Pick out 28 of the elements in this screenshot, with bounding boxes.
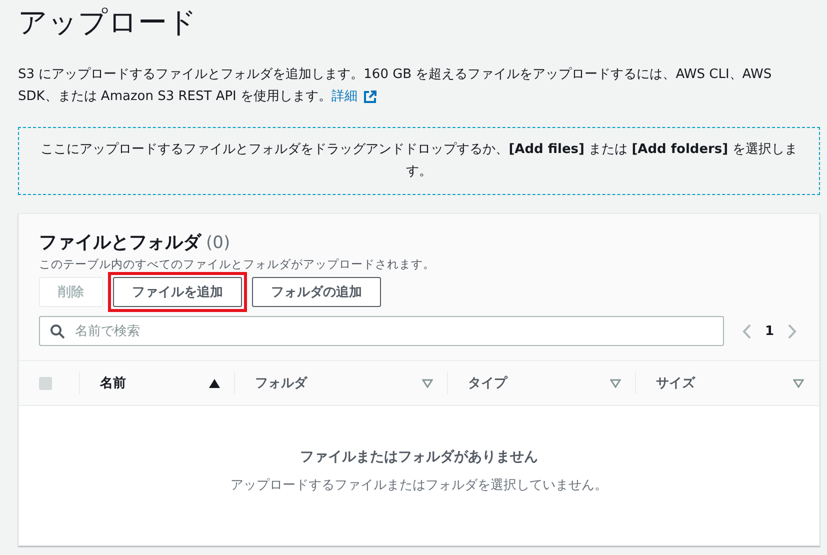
previous-page-icon[interactable] xyxy=(742,324,751,338)
search-icon xyxy=(50,324,65,338)
page-title: アップロード xyxy=(18,4,198,41)
description-text: S3 にアップロードするファイルとフォルダを追加します。160 GB を超えるファイルをアップロードするには、AWS CLI、AWS SDK、または Amazon S3 REST API を使用します。詳細 xyxy=(18,64,808,108)
drop-zone-text: ここにアップロードするファイルとフォルダをドラッグアンドドロップするか、[Add files] または [Add folders] を選択します。 xyxy=(40,141,798,181)
action-button[interactable]: フォルダの追加 xyxy=(252,277,381,307)
column-header[interactable]: 名前 xyxy=(79,372,234,394)
sort-ascending-icon[interactable] xyxy=(209,378,220,388)
details-link[interactable]: 詳細 xyxy=(332,86,377,108)
external-link-icon xyxy=(362,90,377,104)
empty-title: ファイルまたはフォルダがありません xyxy=(300,448,538,466)
drop-zone[interactable]: ここにアップロードするファイルとフォルダをドラッグアンドドロップするか、[Add files] または [Add folders] を選択します。 xyxy=(18,127,820,195)
sort-icon[interactable] xyxy=(793,378,804,388)
page-number[interactable]: 1 xyxy=(764,324,774,338)
select-all-checkbox[interactable] xyxy=(38,376,52,390)
action-button[interactable]: ファイルを追加 xyxy=(113,277,242,307)
panel-title: ファイルとフォルダ xyxy=(39,231,201,254)
empty-text: アップロードするファイルまたはフォルダを選択していません。 xyxy=(230,476,608,494)
next-page-icon[interactable] xyxy=(788,324,797,338)
column-header[interactable]: フォルダ xyxy=(234,372,447,394)
column-header[interactable]: タイプ xyxy=(447,372,635,394)
panel-subtitle: このテーブル内のすべてのファイルとフォルダがアップロードされます。 xyxy=(39,257,436,272)
sort-icon[interactable] xyxy=(422,378,433,388)
column-header[interactable]: サイズ xyxy=(635,372,818,394)
search-input[interactable]: 名前で検索 xyxy=(73,322,713,340)
sort-icon[interactable] xyxy=(610,378,621,388)
file-count: (0) xyxy=(206,233,230,253)
search-field[interactable]: 名前で検索 xyxy=(39,316,724,346)
